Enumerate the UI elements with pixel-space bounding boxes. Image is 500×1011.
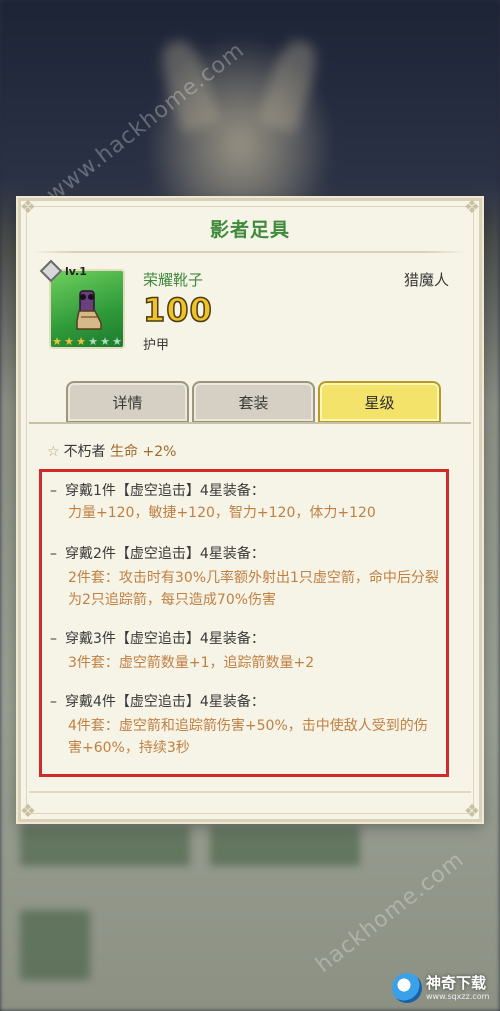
star-bonus: ☆ 不朽者 生命 +2% <box>47 441 176 461</box>
star-empty-icon: ★ <box>88 335 98 348</box>
background-creature <box>150 40 330 210</box>
item-stat-type: 护甲 <box>143 338 170 353</box>
star-empty-icon: ★ <box>100 335 110 348</box>
site-logo: 神奇下载 www.sqxzz.com <box>392 970 494 1006</box>
set-entry: – 穿戴1件【虚空追击】4星装备： 力量+120，敏捷+120，智力+120，体力… <box>50 480 440 524</box>
star-outline-icon: ☆ <box>47 444 60 460</box>
set-entry: – 穿戴4件【虚空追击】4星装备： 4件套：虚空箭和追踪箭伤害+50%，击中使敌人… <box>50 691 440 759</box>
star-filled-icon: ★ <box>52 335 62 348</box>
star-filled-icon: ★ <box>76 335 86 348</box>
tab-stars[interactable]: 星级 <box>318 381 441 423</box>
tab-divider <box>29 422 471 424</box>
tab-set[interactable]: 套装 <box>192 381 315 423</box>
tab-label: 星级 <box>364 393 395 412</box>
set-header: – 穿戴3件【虚空追击】4星装备： <box>50 631 265 647</box>
tab-label: 套装 <box>238 393 269 412</box>
boot-icon <box>76 290 102 330</box>
dash-icon: – <box>50 631 57 647</box>
bonus-value: 生命 +2% <box>110 444 177 460</box>
item-power-value: 100 <box>142 290 213 330</box>
set-entry: – 穿戴3件【虚空追击】4星装备： 3件套：虚空箭数量+1，追踪箭数量+2 <box>50 628 440 674</box>
item-detail-dialog: ❖ ❖ ❖ ❖ 影者足具 lv.1 ★ ★ ★ ★ ★ ★ 荣耀靴子 猎魔人 100 护甲… <box>18 197 482 822</box>
item-class: 猎魔人 <box>403 271 449 289</box>
set-header: – 穿戴2件【虚空追击】4星装备： <box>50 546 265 562</box>
background-slot <box>20 910 90 980</box>
corner-ornament-icon: ❖ <box>463 801 481 822</box>
set-header: – 穿戴4件【虚空追击】4星装备： <box>50 694 265 710</box>
set-header: – 穿戴1件【虚空追击】4星装备： <box>50 483 265 499</box>
background-row <box>210 826 360 866</box>
tab-details[interactable]: 详情 <box>66 381 189 423</box>
dash-icon: – <box>50 546 57 562</box>
tab-label: 详情 <box>112 393 143 412</box>
title-divider <box>33 251 467 253</box>
dash-icon: – <box>50 483 57 499</box>
item-level: lv.1 <box>65 265 87 278</box>
dialog-title: 影者足具 <box>209 219 290 241</box>
set-description: 3件套：虚空箭数量+1，追踪箭数量+2 <box>68 655 315 671</box>
dash-icon: – <box>50 694 57 710</box>
star-empty-icon: ★ <box>112 335 122 348</box>
set-description: 2件套：攻击时有30%几率额外射出1只虚空箭，命中后分裂为2只追踪箭，每只造成7… <box>68 570 439 608</box>
set-description: 力量+120，敏捷+120，智力+120，体力+120 <box>68 505 376 521</box>
item-name: 荣耀靴子 <box>143 271 204 289</box>
set-entry: – 穿戴2件【虚空追击】4星装备： 2件套：攻击时有30%几率额外射出1只虚空箭，… <box>50 543 440 611</box>
star-filled-icon: ★ <box>64 335 74 348</box>
bottom-divider <box>29 791 471 793</box>
corner-ornament-icon: ❖ <box>19 801 37 822</box>
logo-title: 神奇下载 <box>426 973 487 992</box>
logo-url: www.sqxzz.com <box>426 991 490 1001</box>
background-row <box>20 826 190 866</box>
bonus-name: 不朽者 <box>63 444 106 460</box>
set-description: 4件套：虚空箭和追踪箭伤害+50%，击中使敌人受到的伤害+60%，持续3秒 <box>68 718 428 756</box>
logo-mark-icon <box>392 973 422 1003</box>
star-rating: ★ ★ ★ ★ ★ ★ <box>51 335 123 348</box>
set-bonus-list: – 穿戴1件【虚空追击】4星装备： 力量+120，敏捷+120，智力+120，体力… <box>39 469 449 777</box>
